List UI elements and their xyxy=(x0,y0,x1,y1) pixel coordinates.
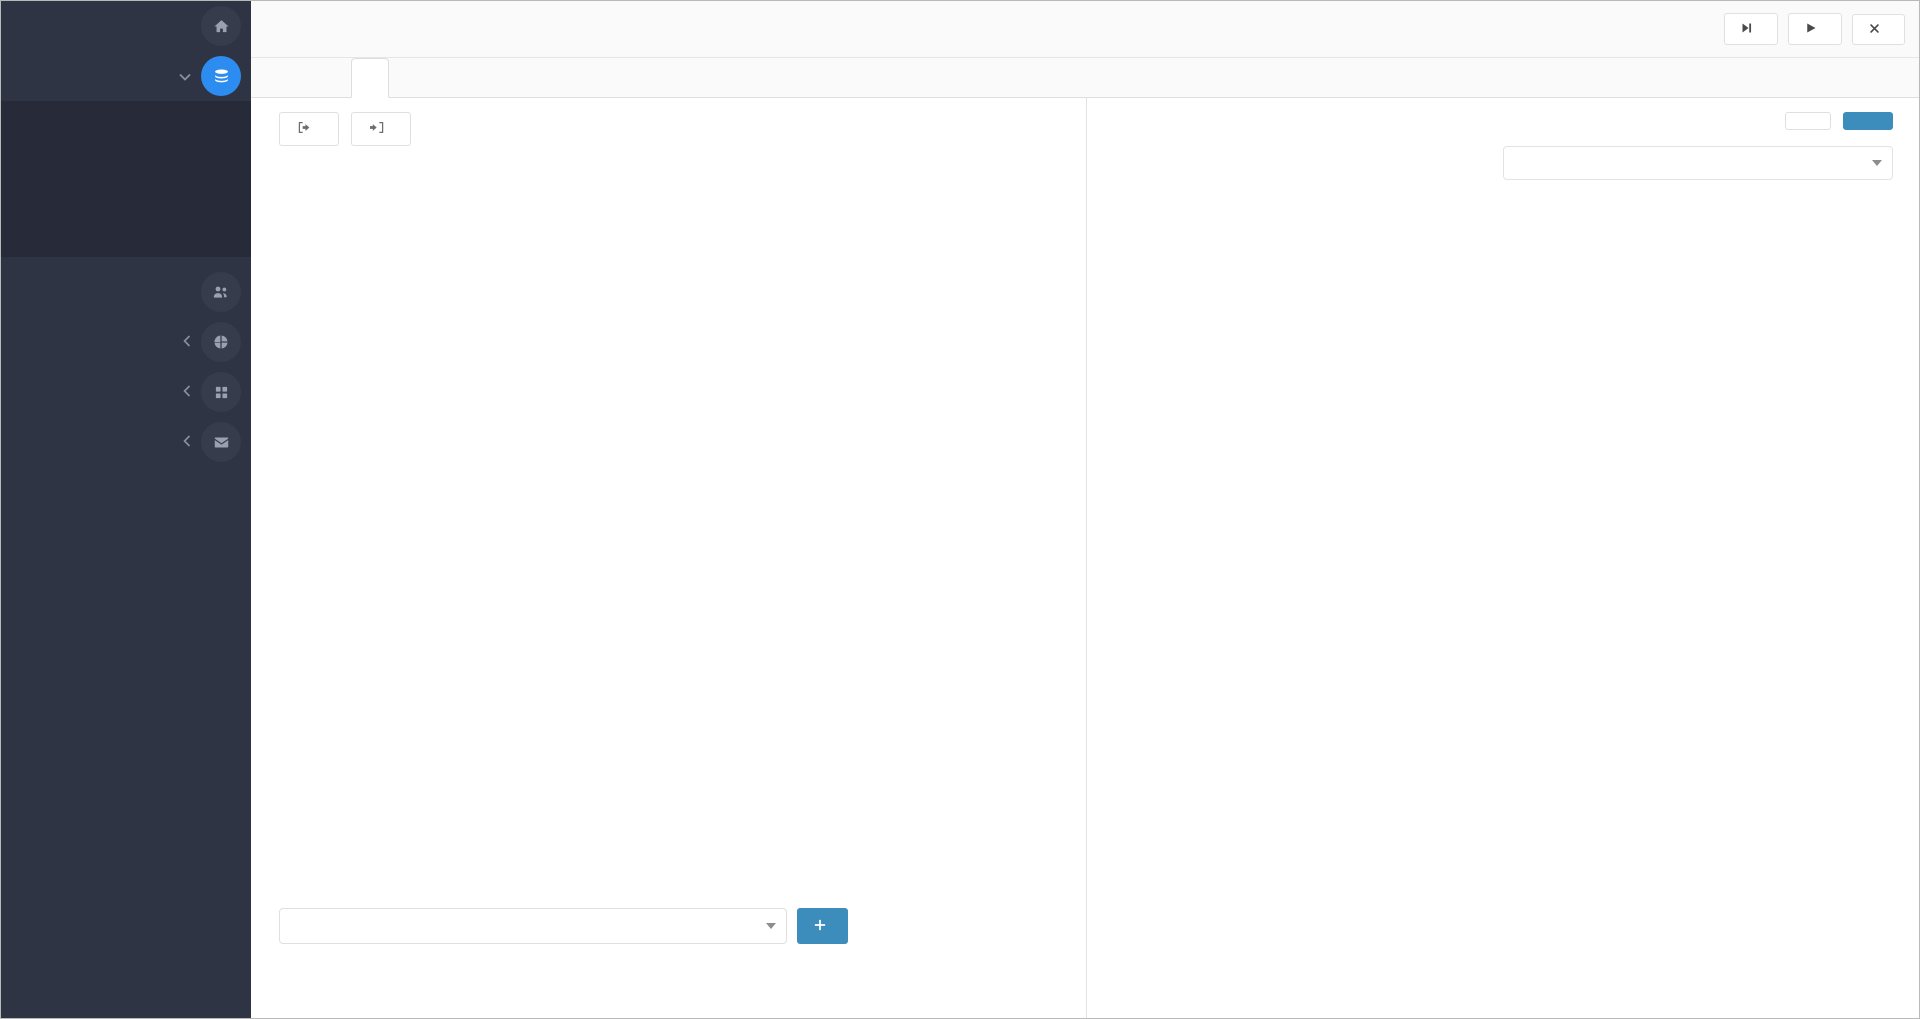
database-icon xyxy=(201,56,241,96)
content xyxy=(251,98,1919,1018)
preview-select-row xyxy=(1087,130,1919,180)
sidebar-item-source[interactable] xyxy=(1,51,251,101)
sidebar-item-notifications[interactable] xyxy=(1,417,251,467)
chevron-left-icon xyxy=(183,435,191,449)
step-forward-icon xyxy=(1741,22,1753,36)
topbar xyxy=(251,1,1919,58)
export-button[interactable] xyxy=(279,112,339,146)
envelope-icon xyxy=(201,422,241,462)
import-raw-data-button[interactable] xyxy=(1724,13,1778,45)
preview-hint xyxy=(1087,180,1919,196)
tab-thresholds[interactable] xyxy=(461,57,497,97)
sidebar-subitem-systems[interactable] xyxy=(1,107,251,141)
map-additional-field xyxy=(279,900,1086,944)
add-field-button[interactable] xyxy=(797,908,848,944)
sidebar-subitem-aggregation[interactable] xyxy=(1,175,251,209)
close-button[interactable] xyxy=(1852,13,1905,45)
tab-raw-data[interactable] xyxy=(425,57,461,97)
sidebar-item-target[interactable] xyxy=(1,367,251,417)
map-additional-row xyxy=(279,908,1086,944)
tab-logging[interactable] xyxy=(533,57,569,97)
sidebar-item-business[interactable] xyxy=(1,317,251,367)
tab-blocked-persons[interactable] xyxy=(497,57,533,97)
new-snapshot-button[interactable] xyxy=(1788,13,1842,45)
sidebar-subitem-schedules[interactable] xyxy=(1,209,251,243)
piechart-icon xyxy=(201,322,241,362)
cancel-button[interactable] xyxy=(1785,112,1831,130)
mapping-scroll-area[interactable] xyxy=(279,158,1066,892)
export-icon xyxy=(298,121,312,137)
plus-icon xyxy=(814,918,826,934)
chevron-down-icon xyxy=(1872,159,1882,168)
tabstrip xyxy=(251,58,1919,98)
home-icon xyxy=(201,6,241,46)
imported-person-select[interactable] xyxy=(1503,146,1893,180)
close-icon xyxy=(1869,23,1880,36)
chevron-left-icon xyxy=(183,385,191,399)
sidebar-item-dashboard[interactable] xyxy=(1,1,251,51)
chevron-left-icon xyxy=(183,335,191,349)
mapping-toolbar xyxy=(251,98,1086,158)
mapping-pane xyxy=(251,98,1087,1018)
app-window xyxy=(0,0,1920,1019)
main-area xyxy=(251,1,1919,1018)
play-icon xyxy=(1805,22,1817,36)
users-icon xyxy=(201,272,241,312)
grid-icon xyxy=(201,372,241,412)
topbar-actions xyxy=(1724,13,1905,45)
form-actions xyxy=(1087,98,1919,130)
import-icon xyxy=(370,121,384,137)
sidebar-subitem-snapshots[interactable] xyxy=(1,141,251,175)
sidebar-item-persons[interactable] xyxy=(1,267,251,317)
sidebar xyxy=(1,1,251,1018)
tab-person[interactable] xyxy=(351,58,389,98)
preview-pane xyxy=(1087,98,1919,1018)
chevron-down-icon xyxy=(179,70,191,83)
tab-contract[interactable] xyxy=(389,57,425,97)
sidebar-submenu-source xyxy=(1,101,251,257)
tab-general[interactable] xyxy=(279,57,315,97)
apply-button[interactable] xyxy=(1843,112,1893,130)
property-select[interactable] xyxy=(279,908,787,944)
import-button[interactable] xyxy=(351,112,411,146)
tab-system[interactable] xyxy=(315,57,351,97)
chevron-down-icon xyxy=(766,922,776,931)
